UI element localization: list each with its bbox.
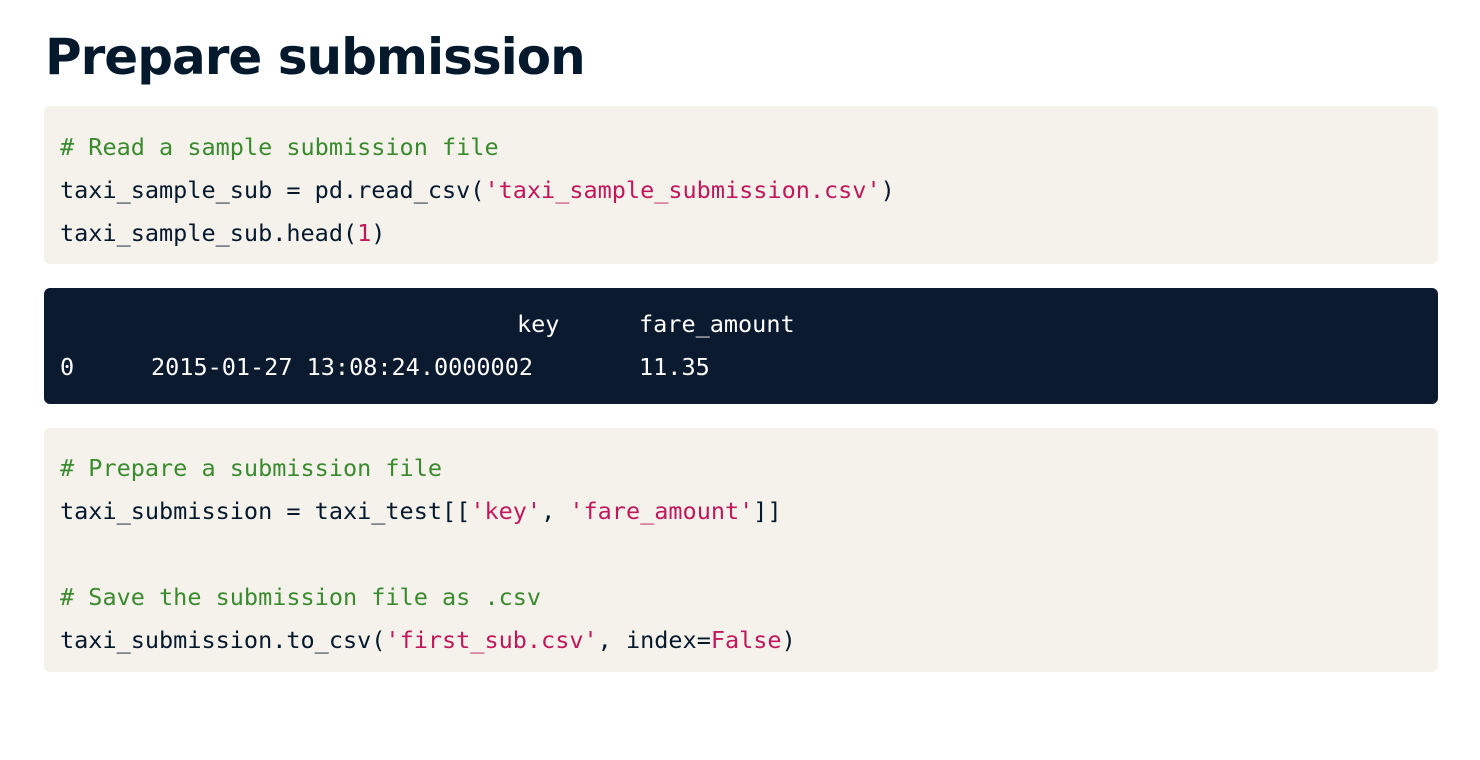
row-index: 0 [60,353,75,381]
code-number: 1 [357,219,372,247]
code-line-head: taxi_sample_sub.head(1) [60,212,1438,255]
code-keyword: False [710,626,782,654]
code-text: taxi_sample_sub = pd.read_csv( [60,176,485,204]
code-text: taxi_submission.to_csv( [60,626,386,654]
code-string: 'key' [470,497,542,525]
output-table [44,288,1438,404]
column-header-fare-amount: fare_amount [639,310,795,338]
code-text: , [541,497,570,525]
code-string: 'first_sub.csv' [385,626,598,654]
code-comment: # Save the submission file as .csv [60,583,542,611]
code-string: 'taxi_sample_submission.csv' [484,176,881,204]
code-string: 'fare_amount' [569,497,754,525]
code-text: ) [880,176,895,204]
code-line-read-csv: taxi_sample_sub = pd.read_csv('taxi_samp… [60,169,1438,212]
code-line-to-csv: taxi_submission.to_csv('first_sub.csv', … [60,619,1438,662]
code-text: ) [371,219,386,247]
row-key-value: 2015-01-27 13:08:24.0000002 [151,353,534,381]
code-line-select-columns: taxi_submission = taxi_test[['key', 'far… [60,490,1438,533]
page-title: Prepare submission [45,28,586,86]
code-cell-prepare-submission[interactable]: # Prepare a submission file taxi_submiss… [44,428,1438,672]
code-text: ) [781,626,796,654]
code-text: , index= [597,626,711,654]
row-fare-amount-value: 11.35 [639,353,710,381]
code-text: ]] [753,497,782,525]
code-comment: # Prepare a submission file [60,454,443,482]
code-text: taxi_sample_sub.head( [60,219,358,247]
code-cell-read-sample[interactable]: # Read a sample submission file taxi_sam… [44,106,1438,264]
code-text: taxi_submission = taxi_test[[ [60,497,471,525]
column-header-key: key [517,310,560,338]
code-comment: # Read a sample submission file [60,133,499,161]
